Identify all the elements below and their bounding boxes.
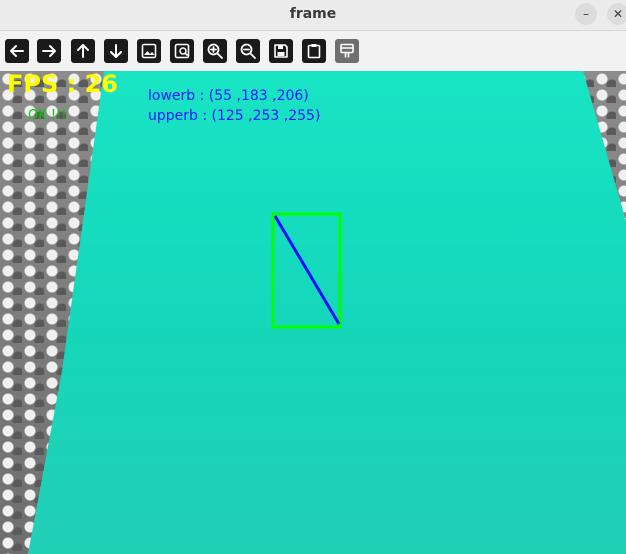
title-bar: frame – ✕ bbox=[0, 0, 626, 31]
image-icon bbox=[141, 43, 157, 59]
pan-left-icon bbox=[10, 45, 24, 57]
pan-down-button[interactable] bbox=[104, 39, 128, 63]
camera-frame: FPS : 26 OK !!! lowerb : (55 ,183 ,206) … bbox=[0, 71, 626, 554]
zoom-out-icon bbox=[240, 43, 256, 59]
properties-button[interactable] bbox=[335, 39, 359, 63]
pan-right-button[interactable] bbox=[37, 39, 61, 63]
copy-clipboard-button[interactable] bbox=[302, 39, 326, 63]
save-icon bbox=[274, 44, 288, 58]
zoom-out-button[interactable] bbox=[236, 39, 260, 63]
minimize-button[interactable]: – bbox=[575, 3, 597, 25]
pan-up-button[interactable] bbox=[71, 39, 95, 63]
image-button[interactable] bbox=[137, 39, 161, 63]
minimize-icon: – bbox=[583, 7, 589, 21]
cyan-surface bbox=[28, 71, 626, 554]
save-button[interactable] bbox=[269, 39, 293, 63]
window-title: frame bbox=[289, 6, 337, 22]
camera-scene bbox=[28, 71, 626, 554]
close-icon: ✕ bbox=[612, 7, 624, 21]
zoom-image-fit-icon bbox=[174, 43, 190, 59]
lowerb-label: lowerb : (55 ,183 ,206) bbox=[148, 88, 309, 104]
status-text: OK !!! bbox=[28, 108, 67, 123]
close-button[interactable]: ✕ bbox=[607, 3, 626, 25]
upperb-label: upperb : (125 ,253 ,255) bbox=[148, 108, 321, 124]
pan-down-icon bbox=[110, 44, 122, 58]
zoom-in-icon bbox=[207, 43, 223, 59]
pan-right-icon bbox=[42, 45, 56, 57]
pan-up-icon bbox=[77, 44, 89, 58]
zoom-in-button[interactable] bbox=[203, 39, 227, 63]
fps-counter: FPS : 26 bbox=[7, 71, 118, 98]
copy-clipboard-icon bbox=[307, 44, 321, 59]
properties-icon bbox=[340, 43, 354, 58]
pan-left-button[interactable] bbox=[5, 39, 29, 63]
toolbar bbox=[0, 31, 626, 71]
zoom-image-fit-button[interactable] bbox=[170, 39, 194, 63]
